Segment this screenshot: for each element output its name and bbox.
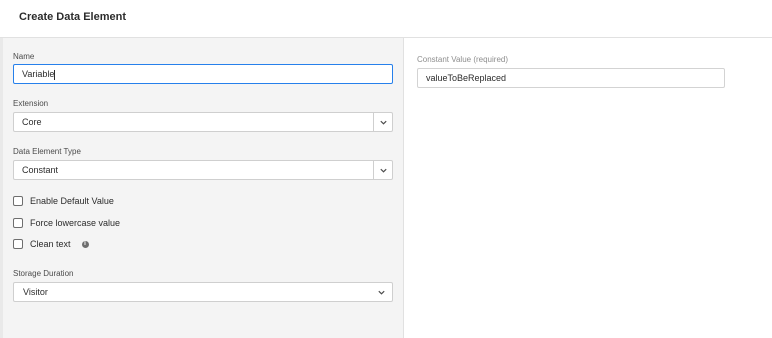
storage-duration-value: Visitor — [23, 287, 48, 297]
name-field-value: Variable — [22, 69, 55, 79]
force-lowercase-label: Force lowercase value — [30, 218, 121, 228]
enable-default-value-option[interactable]: Enable Default Value — [13, 195, 114, 207]
extension-dropdown-button[interactable] — [373, 113, 392, 131]
text-cursor — [54, 69, 56, 80]
storage-duration-chevron — [377, 288, 386, 299]
dialog-header: Create Data Element — [0, 0, 772, 38]
chevron-down-icon — [379, 168, 387, 173]
constant-value-field[interactable]: valueToBeReplaced — [417, 68, 725, 88]
enable-default-value-label: Enable Default Value — [30, 196, 114, 206]
storage-duration-label: Storage Duration — [13, 269, 74, 278]
clean-text-label: Clean text — [30, 239, 71, 249]
enable-default-value-checkbox[interactable] — [13, 196, 23, 206]
force-lowercase-checkbox[interactable] — [13, 218, 23, 228]
extension-select[interactable]: Core — [13, 112, 393, 132]
element-type-value: Constant — [22, 165, 59, 175]
page-title: Create Data Element — [19, 11, 126, 23]
info-icon[interactable]: i — [81, 240, 89, 248]
extension-value: Core — [22, 117, 42, 127]
name-field[interactable]: Variable — [13, 64, 393, 84]
name-label: Name — [13, 52, 35, 61]
settings-panel: Constant Value (required) valueToBeRepla… — [404, 38, 772, 338]
clean-text-option[interactable]: Clean text i — [13, 238, 89, 250]
chevron-down-icon — [378, 290, 385, 295]
clean-text-checkbox[interactable] — [13, 239, 23, 249]
element-type-select[interactable]: Constant — [13, 160, 393, 180]
storage-duration-picker[interactable]: Visitor — [13, 282, 393, 302]
force-lowercase-option[interactable]: Force lowercase value — [13, 217, 120, 229]
constant-value-label: Constant Value (required) — [417, 55, 509, 64]
extension-label: Extension — [13, 99, 49, 108]
configuration-panel: Name Variable Extension Core Data Elemen… — [0, 38, 404, 338]
element-type-dropdown-button[interactable] — [373, 161, 392, 179]
element-type-label: Data Element Type — [13, 147, 81, 156]
chevron-down-icon — [379, 120, 387, 125]
